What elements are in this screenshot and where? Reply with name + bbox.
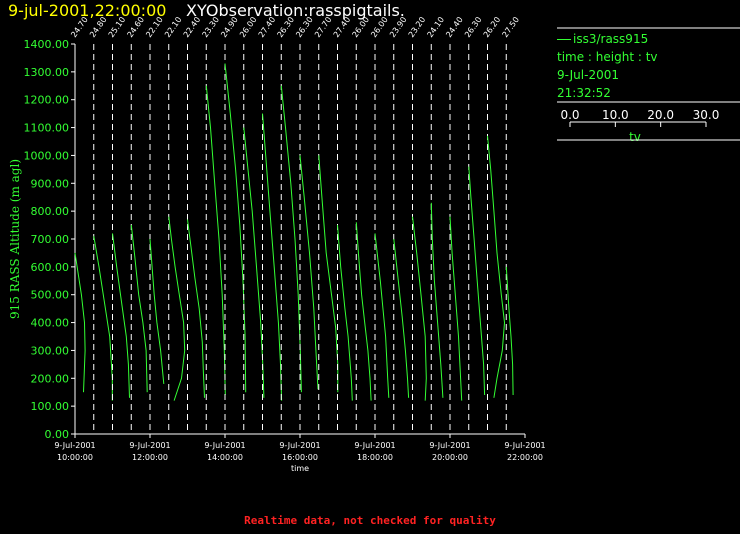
y-tick-label: 600.00: [31, 261, 70, 274]
x-tick-date-label: 9-Jul-2001: [204, 441, 245, 450]
profile-base-label: 27.70: [313, 15, 334, 39]
legend-description: time : height : tv: [557, 50, 658, 64]
legend-date: 9-Jul-2001: [557, 68, 619, 82]
profile-trace: [262, 113, 283, 401]
y-tick-label: 200.00: [31, 372, 70, 385]
profile-trace: [93, 236, 113, 401]
profile-base-label: 26.20: [482, 15, 503, 39]
x-tick-date-label: 9-Jul-2001: [429, 441, 470, 450]
profile-trace: [243, 127, 265, 398]
y-tick-label: 1100.00: [24, 122, 70, 135]
profile-base-label: 26.00: [351, 15, 372, 39]
profile-trace: [449, 216, 463, 401]
y-tick-label: 0.00: [45, 428, 70, 441]
profile-base-label: 23.90: [388, 15, 409, 39]
x-tick-time-label: 16:00:00: [282, 453, 318, 462]
profile-base-label: 23.20: [407, 15, 428, 39]
y-tick-label: 700.00: [31, 233, 70, 246]
profile-base-label: 22.10: [144, 15, 165, 39]
y-axis-label: 915 RASS Altitude (m agl): [8, 159, 22, 319]
chart-root: 9-jul-2001,22:00:00 XYObservation:rasspi…: [0, 0, 740, 534]
profile-base-label: 25.10: [107, 15, 128, 39]
profile-trace: [337, 225, 353, 401]
profile-base-label: 24.60: [126, 15, 147, 39]
x-tick-date-label: 9-Jul-2001: [504, 441, 545, 450]
profile-trace: [393, 238, 410, 398]
profile-trace: [412, 216, 427, 401]
profile-trace: [355, 222, 372, 401]
y-tick-label: 1300.00: [24, 66, 70, 79]
x-tick-date-label: 9-Jul-2001: [354, 441, 395, 450]
legend-time: 21:32:52: [557, 86, 611, 100]
profile-base-label: 26.00: [238, 15, 259, 39]
x-tick-time-label: 20:00:00: [432, 453, 468, 462]
y-tick-label: 300.00: [31, 344, 70, 357]
quality-note: Realtime data, not checked for quality: [244, 514, 496, 527]
profile-base-label: 24.90: [219, 15, 240, 39]
profile-trace: [280, 85, 302, 393]
legend-series-row: iss3/rass915: [557, 30, 740, 48]
x-tick-time-label: 18:00:00: [357, 453, 393, 462]
profile-base-label: 26.00: [369, 15, 390, 39]
x-axis-label: time: [291, 464, 309, 473]
profile-base-label: 23.30: [201, 15, 222, 39]
profile-trace: [299, 155, 319, 390]
legend: iss3/rass915 time : height : tv 9-Jul-20…: [557, 30, 740, 102]
profile-base-label: 22.40: [182, 15, 203, 39]
profile-trace: [430, 202, 444, 398]
profile-trace: [505, 266, 514, 396]
y-tick-label: 1000.00: [24, 149, 70, 162]
x-tick-time-label: 12:00:00: [132, 453, 168, 462]
profile-base-label: 26.30: [276, 15, 297, 39]
legend-line-swatch: [557, 38, 571, 40]
x-tick-date-label: 9-Jul-2001: [54, 441, 95, 450]
legend-scale-tick-label: 10.0: [602, 108, 629, 122]
y-tick-label: 500.00: [31, 289, 70, 302]
legend-scale-tick-label: 0.0: [560, 108, 579, 122]
profile-trace: [74, 252, 86, 393]
profile-base-label: 26.30: [463, 15, 484, 39]
profile-base-label: 22.10: [163, 15, 184, 39]
profile-base-label: 24.10: [426, 15, 447, 39]
x-tick-time-label: 14:00:00: [207, 453, 243, 462]
profile-trace: [168, 216, 186, 401]
x-tick-time-label: 10:00:00: [57, 453, 93, 462]
y-tick-label: 1200.00: [24, 94, 70, 107]
profile-base-label: 26.30: [294, 15, 315, 39]
profile-trace: [187, 219, 205, 398]
legend-scale-tick-label: 30.0: [693, 108, 720, 122]
x-tick-date-label: 9-Jul-2001: [129, 441, 170, 450]
y-tick-label: 900.00: [31, 177, 70, 190]
profile-trace: [149, 238, 165, 384]
profile-trace: [374, 233, 390, 398]
profile-base-label: 27.40: [332, 15, 353, 39]
profile-base-label: 27.40: [257, 15, 278, 39]
profile-trace: [468, 166, 486, 396]
profile-trace: [487, 135, 506, 398]
profile-base-label: 24.70: [69, 15, 90, 39]
y-tick-label: 800.00: [31, 205, 70, 218]
legend-scale-tick-label: 20.0: [647, 108, 674, 122]
profile-trace: [112, 233, 130, 398]
profile-trace: [205, 85, 226, 396]
y-tick-label: 1400.00: [24, 38, 70, 51]
y-tick-label: 400.00: [31, 317, 70, 330]
legend-series-label: iss3/rass915: [573, 32, 649, 46]
profile-trace: [130, 225, 148, 393]
legend-scale-label: tv: [629, 130, 641, 144]
profile-base-label: 27.50: [501, 15, 522, 39]
x-tick-time-label: 22:00:00: [507, 453, 543, 462]
profile-trace: [318, 155, 339, 393]
profile-trace: [224, 63, 247, 393]
profile-base-label: 24.80: [88, 15, 109, 39]
y-tick-label: 100.00: [31, 400, 70, 413]
x-tick-date-label: 9-Jul-2001: [279, 441, 320, 450]
profile-base-label: 24.40: [444, 15, 465, 39]
